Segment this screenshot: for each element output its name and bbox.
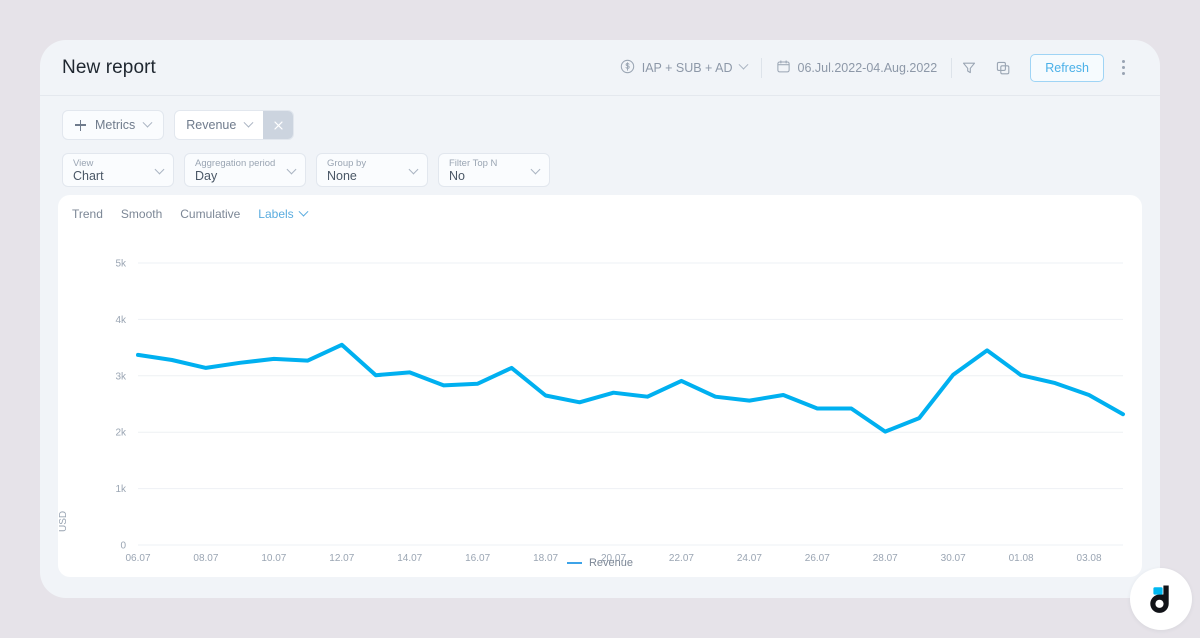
add-metrics-button[interactable]: Metrics — [62, 110, 165, 140]
metrics-row: Metrics Revenue — [40, 96, 1160, 140]
dollar-circle-icon — [620, 59, 635, 77]
chevron-down-icon — [243, 117, 254, 128]
chevron-down-icon — [298, 206, 309, 217]
plus-icon — [75, 119, 86, 131]
devtodev-logo-badge — [1130, 568, 1192, 630]
remove-metric-button[interactable] — [263, 111, 294, 139]
screenshot-root: New report IAP + SUB + AD 06.Jul.2022-04… — [0, 0, 1200, 638]
select-aggregation-label: Aggregation period — [195, 158, 276, 169]
select-group-by-label: Group by — [327, 158, 367, 169]
metric-chip-revenue: Revenue — [174, 110, 295, 140]
option-labels-text: Labels — [258, 207, 294, 221]
y-tick-label: 1k — [115, 484, 127, 495]
revenue-line-chart: 01k2k3k4k5k06.07 08.07 10.07 12.07 14.07 16.0… — [115, 259, 1125, 561]
option-smooth[interactable]: Smooth — [121, 207, 162, 221]
select-group-by[interactable]: Group by None — [316, 153, 428, 187]
select-filter-top-n[interactable]: Filter Top N No — [438, 153, 550, 187]
controls-row: View Chart Aggregation period Day Group … — [40, 140, 1160, 187]
platform-selector[interactable]: IAP + SUB + AD — [606, 59, 761, 77]
close-icon — [274, 120, 283, 130]
chart-legend: Revenue — [58, 557, 1142, 569]
select-view-label: View — [73, 158, 94, 169]
add-metrics-label: Metrics — [95, 118, 136, 132]
y-tick-label: 0 — [120, 541, 126, 552]
header-toolbar: IAP + SUB + AD 06.Jul.2022-04.Aug.2022 R… — [606, 53, 1134, 82]
select-view-value: Chart — [73, 169, 104, 183]
metric-chip-label: Revenue — [186, 118, 237, 132]
date-range-label: 06.Jul.2022-04.Aug.2022 — [797, 60, 938, 75]
chevron-down-icon — [738, 59, 748, 70]
report-card: New report IAP + SUB + AD 06.Jul.2022-04… — [40, 40, 1160, 598]
toolbar-divider-2 — [951, 57, 953, 78]
select-aggregation-value: Day — [195, 169, 218, 183]
series-line-revenue — [136, 342, 1125, 434]
devtodev-d-logo — [1150, 585, 1169, 613]
date-range-selector[interactable]: 06.Jul.2022-04.Aug.2022 — [762, 59, 952, 77]
legend-swatch-revenue — [566, 562, 582, 564]
metric-chip-select[interactable]: Revenue — [175, 111, 264, 139]
option-cumulative[interactable]: Cumulative — [180, 207, 240, 221]
copy-icon[interactable] — [989, 54, 1017, 82]
y-tick-label: 4k — [115, 315, 127, 326]
y-axis-title: USD — [58, 510, 69, 532]
select-filter-top-n-label: Filter Top N — [449, 158, 498, 169]
chart-options-row: Trend Smooth Cumulative Labels — [58, 195, 1142, 221]
chevron-down-icon — [286, 164, 297, 175]
platform-label: IAP + SUB + AD — [641, 60, 733, 75]
calendar-icon — [776, 59, 791, 77]
select-aggregation-period[interactable]: Aggregation period Day — [184, 153, 306, 187]
funnel-icon[interactable] — [955, 54, 983, 82]
y-tick-label: 3k — [115, 371, 127, 382]
page-title: New report — [62, 56, 156, 78]
chevron-down-icon — [154, 164, 165, 175]
chevron-down-icon — [530, 164, 541, 175]
chevron-down-icon — [408, 164, 419, 175]
y-tick-label: 2k — [115, 428, 127, 439]
refresh-button[interactable]: Refresh — [1030, 53, 1104, 82]
option-trend[interactable]: Trend — [72, 207, 103, 221]
chevron-down-icon — [142, 117, 153, 128]
select-view[interactable]: View Chart — [62, 153, 174, 187]
plot-area: 0 1k 2k 3k 4k 5k 06.07 08.07 10.07 12.07 14.07 16.0… — [58, 221, 1142, 561]
card-header: New report IAP + SUB + AD 06.Jul.2022-04… — [40, 40, 1160, 96]
y-tick-label: 5k — [115, 259, 127, 270]
chart-panel: Trend Smooth Cumulative Labels 0 1k 2k 3k 4k… — [58, 195, 1142, 577]
option-labels[interactable]: Labels — [258, 206, 309, 221]
select-filter-top-n-value: No — [449, 169, 465, 183]
legend-label-revenue: Revenue — [588, 557, 634, 569]
select-group-by-value: None — [327, 169, 357, 183]
kebab-menu-icon[interactable] — [1112, 54, 1134, 82]
